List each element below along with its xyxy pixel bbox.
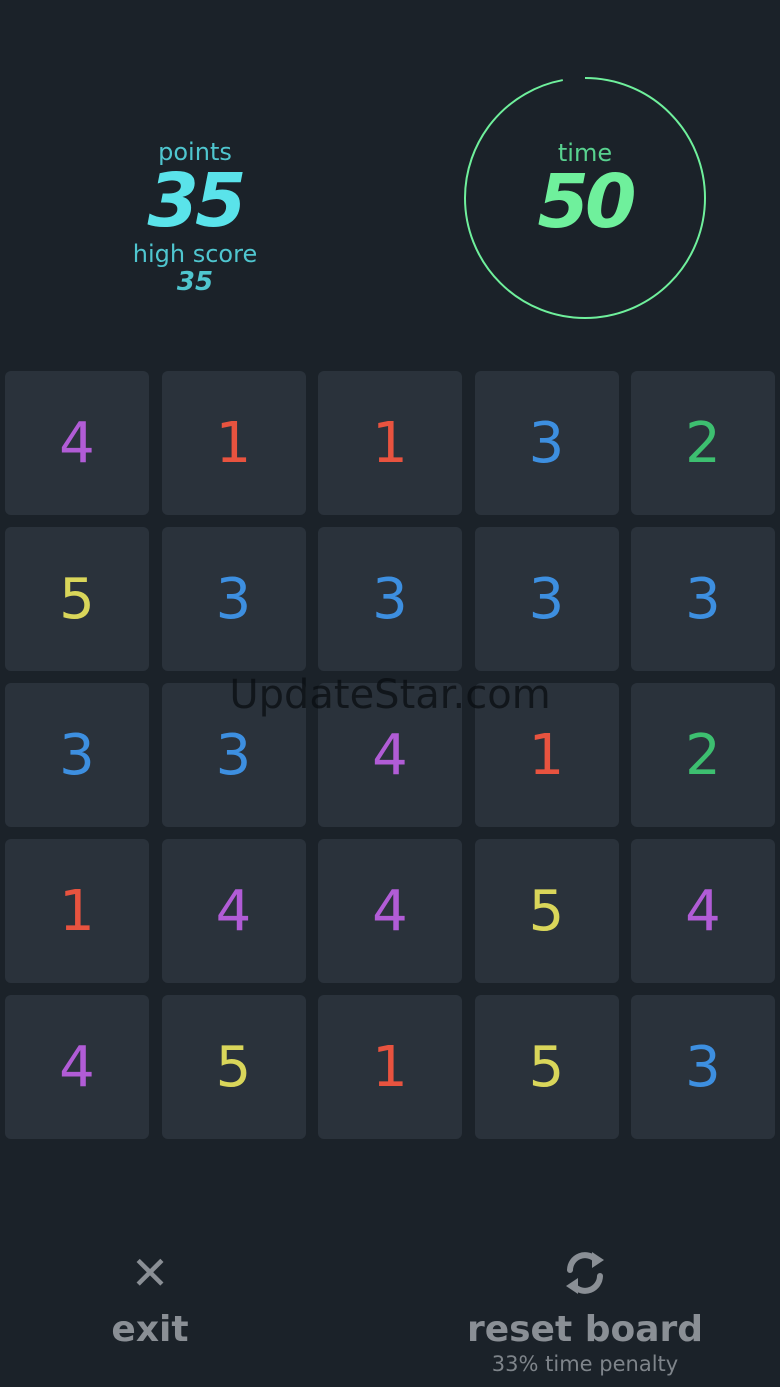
board-tile[interactable]: 3 [161, 527, 306, 671]
points-value: 35 [147, 158, 247, 244]
board-tile[interactable]: 1 [161, 371, 306, 515]
board-tile[interactable]: 1 [5, 839, 149, 983]
board-tile[interactable]: 3 [5, 683, 149, 827]
reset-board-label: reset board [466, 1309, 704, 1350]
exit-button[interactable]: ✕ exit [85, 1248, 215, 1352]
number-board: 4113253333334121445445153 [5, 371, 775, 1139]
board-tile[interactable]: 4 [5, 371, 149, 515]
board-tile[interactable]: 1 [318, 371, 462, 515]
reset-board-button[interactable]: reset board 33% time penalty [460, 1248, 710, 1376]
reset-penalty-label: 33% time penalty [491, 1352, 679, 1376]
board-tile[interactable]: 4 [161, 839, 306, 983]
board-tile[interactable]: 3 [474, 527, 619, 671]
board-tile[interactable]: 4 [318, 839, 462, 983]
refresh-icon [460, 1248, 710, 1298]
board-tile[interactable]: 3 [631, 527, 775, 671]
board-tile[interactable]: 3 [474, 371, 619, 515]
board-tile[interactable]: 4 [631, 839, 775, 983]
board-tile[interactable]: 2 [631, 683, 775, 827]
board-tile[interactable]: 3 [631, 995, 775, 1139]
high-score-label: high score [132, 240, 258, 268]
timer: time 50 [462, 75, 708, 321]
game-screen: points 35 high score 35 time 50 41132533… [0, 0, 780, 1387]
board-tile[interactable]: 5 [474, 995, 619, 1139]
time-value: 50 [537, 159, 637, 245]
board-tile[interactable]: 1 [474, 683, 619, 827]
board-tile[interactable]: 4 [318, 683, 462, 827]
high-score-value: 35 [176, 267, 214, 297]
board-tile[interactable]: 2 [631, 371, 775, 515]
board-tile[interactable]: 1 [318, 995, 462, 1139]
exit-label: exit [111, 1309, 189, 1350]
board-tile[interactable]: 3 [161, 683, 306, 827]
board-tile[interactable]: 5 [474, 839, 619, 983]
board-tile[interactable]: 5 [161, 995, 306, 1139]
board-tile[interactable]: 4 [5, 995, 149, 1139]
board-tile[interactable]: 3 [318, 527, 462, 671]
close-icon: ✕ [130, 1246, 170, 1300]
score-panel: points 35 high score 35 [95, 138, 295, 296]
board-tile[interactable]: 5 [5, 527, 149, 671]
